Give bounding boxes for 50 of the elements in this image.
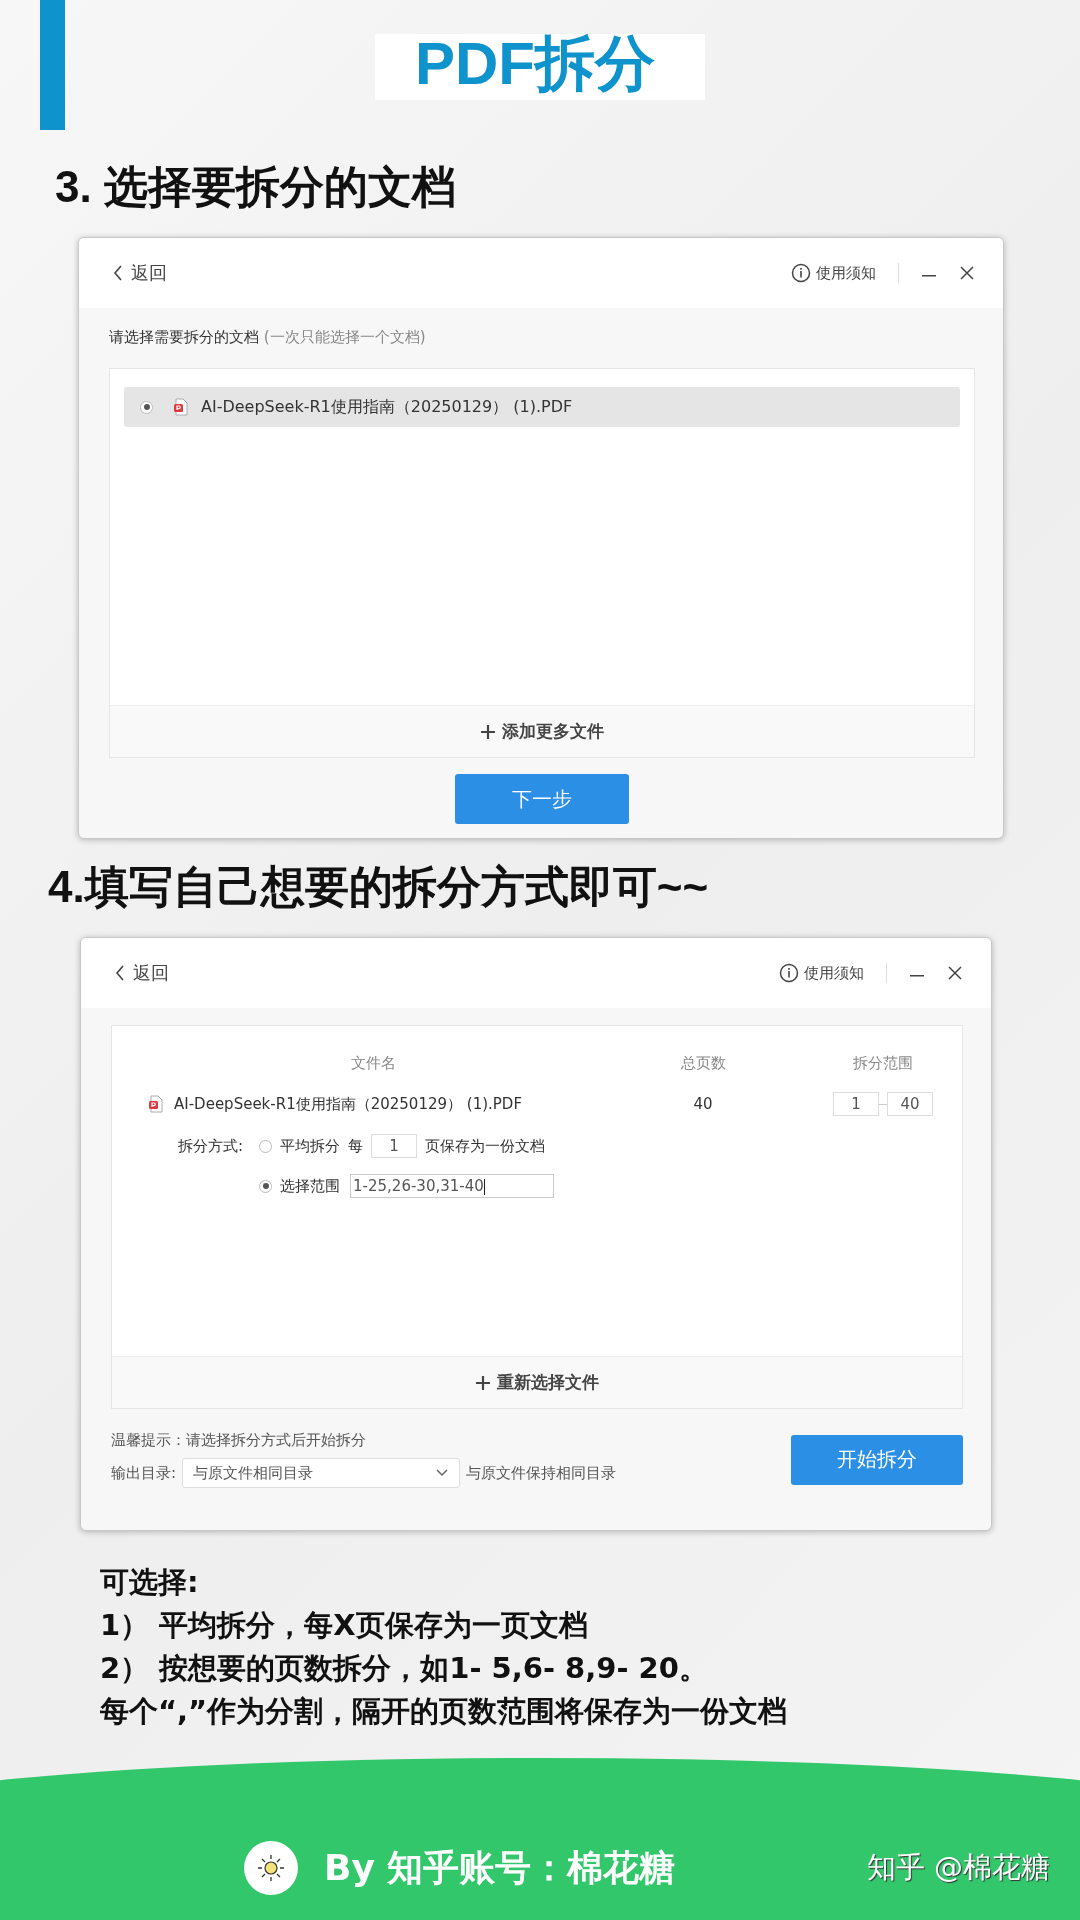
instruction-text: 请选择需要拆分的文档 (一次只能选择一个文档) [109, 327, 427, 348]
step-heading: 3. 选择要拆分的文档 [55, 161, 457, 213]
range-end-field[interactable]: 40 [887, 1092, 933, 1116]
note-text: 2） 按想要的页数拆分，如1- 5,6- 8,9- 20。 [100, 1650, 709, 1687]
pdf-file-icon [173, 398, 189, 416]
radio-button[interactable] [140, 400, 153, 414]
chevron-down-icon [435, 1468, 450, 1478]
account-handle: 知乎 @棉花糖 [866, 1849, 1050, 1886]
step-heading: 4.填写自己想要的拆分方式即可~~ [48, 861, 710, 913]
close-icon[interactable] [947, 965, 963, 981]
column-header: 文件名 [349, 1053, 397, 1073]
page-title: PDF拆分 [375, 34, 705, 100]
file-row[interactable]: AI-DeepSeek-R1使用指南（20250129） (1).PDF [124, 387, 960, 427]
column-header: 总页数 [679, 1053, 727, 1073]
option-text: 页保存为一份文档 [425, 1136, 546, 1156]
chevron-left-icon [115, 965, 125, 981]
back-button[interactable]: 返回 [115, 961, 169, 985]
column-header: 拆分范围 [853, 1053, 913, 1073]
plus-icon [475, 1374, 491, 1391]
note-text: 每个“,”作为分割，隔开的页数范围将保存为一份文档 [100, 1693, 789, 1730]
back-button[interactable]: 返回 [113, 261, 167, 285]
chevron-left-icon [113, 265, 123, 281]
plus-icon [480, 723, 496, 740]
option-label: 平均拆分 [280, 1136, 341, 1156]
radio-button[interactable] [259, 1179, 273, 1193]
note-text: 1） 平均拆分，每X页保存为一页文档 [100, 1607, 589, 1644]
close-icon[interactable] [959, 265, 975, 281]
range-start-field[interactable]: 1 [833, 1092, 879, 1116]
notice-button[interactable]: 使用须知 [779, 963, 864, 983]
note-text: 可选择: [100, 1564, 200, 1601]
add-files-button[interactable]: 添加更多文件 [110, 705, 974, 757]
info-icon [779, 963, 799, 983]
tip-text: 温馨提示：请选择拆分方式后开始拆分 [111, 1431, 367, 1450]
page-count: 40 [692, 1095, 714, 1113]
author-byline: By 知乎账号：棉花糖 [324, 1845, 676, 1890]
pdf-file-icon [148, 1095, 164, 1113]
reselect-file-button[interactable]: 重新选择文件 [112, 1356, 962, 1408]
sun-logo-icon [244, 1841, 298, 1895]
notice-button[interactable]: 使用须知 [791, 263, 876, 283]
info-icon [791, 263, 811, 283]
output-dropdown[interactable]: 与原文件相同目录 [182, 1458, 461, 1488]
method-label: 拆分方式: [178, 1136, 244, 1157]
radio-button[interactable] [259, 1139, 273, 1153]
output-hint: 与原文件保持相同目录 [466, 1463, 617, 1483]
output-label: 输出目录: [111, 1463, 177, 1483]
pages-field[interactable]: 1 [371, 1134, 418, 1158]
option-label: 选择范围 [280, 1176, 341, 1196]
option-text: 每 [348, 1136, 364, 1156]
file-name: AI-DeepSeek-R1使用指南（20250129） (1).PDF [174, 1094, 523, 1114]
range-field[interactable]: 1-25,26-30,31-40 [350, 1174, 555, 1198]
